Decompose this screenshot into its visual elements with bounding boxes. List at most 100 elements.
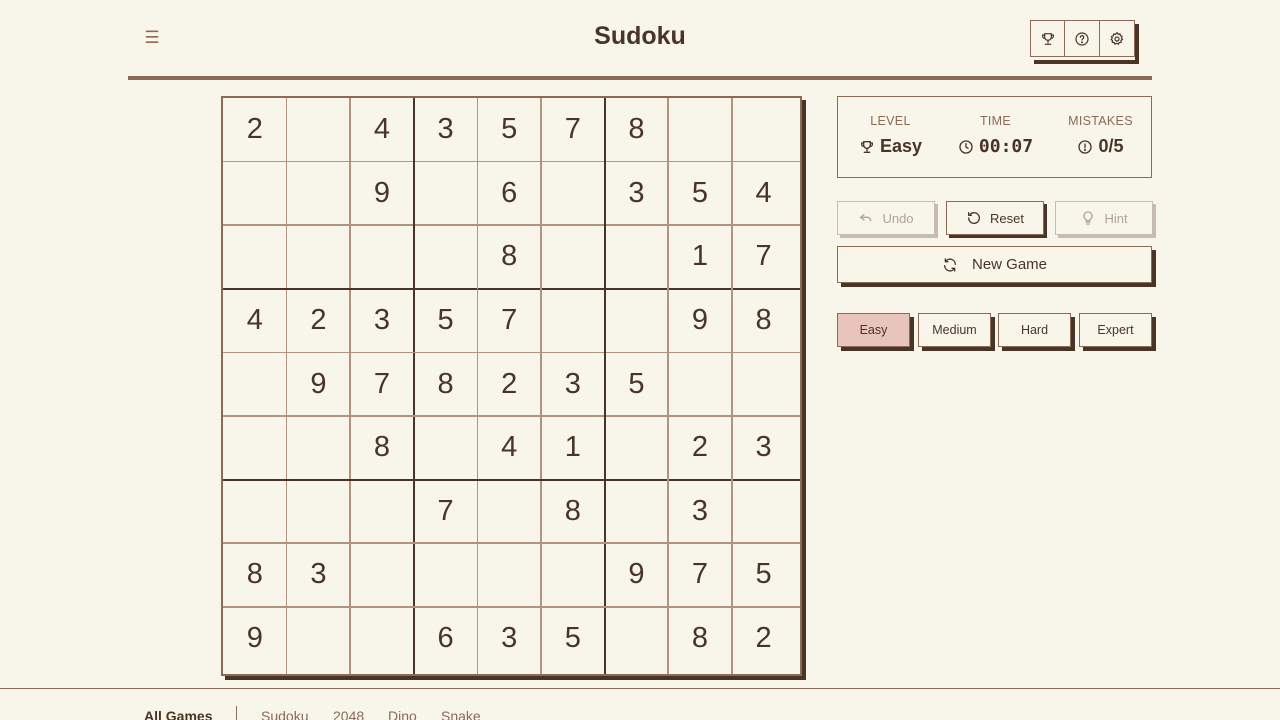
new-game-button[interactable]: New Game — [837, 246, 1152, 283]
sudoku-cell-r2c6[interactable] — [541, 162, 605, 226]
help-button[interactable] — [1065, 20, 1100, 57]
sudoku-cell-r6c1[interactable] — [223, 416, 287, 480]
footer-game-link-snake[interactable]: Snake — [441, 708, 481, 720]
level-value: Easy — [879, 136, 923, 156]
sudoku-cell-r4c4[interactable]: 5 — [414, 289, 478, 353]
sudoku-cell-r6c9[interactable]: 3 — [732, 416, 796, 480]
difficulty-medium-button[interactable]: Medium — [918, 313, 991, 347]
trophy-button[interactable] — [1030, 20, 1065, 57]
sudoku-cell-r8c2[interactable]: 3 — [287, 543, 351, 607]
sudoku-cell-r3c9[interactable]: 7 — [732, 225, 796, 289]
sudoku-cell-r7c4[interactable]: 7 — [414, 480, 478, 544]
sudoku-cell-r1c5[interactable]: 5 — [477, 98, 541, 162]
sudoku-cell-r1c1[interactable]: 2 — [223, 98, 287, 162]
sudoku-cell-r1c3[interactable]: 4 — [350, 98, 414, 162]
sudoku-cell-r9c8[interactable]: 8 — [668, 607, 732, 671]
sudoku-cell-r8c5[interactable] — [477, 543, 541, 607]
sudoku-cell-r2c7[interactable]: 3 — [605, 162, 669, 226]
sudoku-cell-r5c1[interactable] — [223, 352, 287, 416]
sudoku-cell-r6c4[interactable] — [414, 416, 478, 480]
sudoku-cell-r8c6[interactable] — [541, 543, 605, 607]
sudoku-cell-r6c6[interactable]: 1 — [541, 416, 605, 480]
sudoku-cell-r9c9[interactable]: 2 — [732, 607, 796, 671]
sudoku-cell-r2c4[interactable] — [414, 162, 478, 226]
sudoku-cell-r9c7[interactable] — [605, 607, 669, 671]
undo-button[interactable]: Undo — [837, 201, 935, 235]
sudoku-cell-r3c6[interactable] — [541, 225, 605, 289]
sudoku-cell-r9c4[interactable]: 6 — [414, 607, 478, 671]
sudoku-cell-r3c5[interactable]: 8 — [477, 225, 541, 289]
sudoku-cell-r5c6[interactable]: 3 — [541, 352, 605, 416]
footer-game-link-2048[interactable]: 2048 — [333, 708, 364, 720]
sudoku-cell-r7c2[interactable] — [287, 480, 351, 544]
sudoku-cell-r7c7[interactable] — [605, 480, 669, 544]
sudoku-cell-r2c9[interactable]: 4 — [732, 162, 796, 226]
sudoku-cell-r4c3[interactable]: 3 — [350, 289, 414, 353]
sudoku-cell-r2c2[interactable] — [287, 162, 351, 226]
sudoku-cell-r2c5[interactable]: 6 — [477, 162, 541, 226]
sudoku-cell-r7c8[interactable]: 3 — [668, 480, 732, 544]
sudoku-cell-r9c3[interactable] — [350, 607, 414, 671]
footer-game-link-sudoku[interactable]: Sudoku — [261, 708, 308, 720]
sudoku-cell-r4c6[interactable] — [541, 289, 605, 353]
sudoku-cell-r5c2[interactable]: 9 — [287, 352, 351, 416]
sudoku-cell-r4c9[interactable]: 8 — [732, 289, 796, 353]
sudoku-cell-r3c7[interactable] — [605, 225, 669, 289]
sudoku-cell-r3c2[interactable] — [287, 225, 351, 289]
sudoku-cell-r6c8[interactable]: 2 — [668, 416, 732, 480]
footer-game-link-dino[interactable]: Dino — [388, 708, 417, 720]
sudoku-cell-r1c6[interactable]: 7 — [541, 98, 605, 162]
sudoku-cell-r5c4[interactable]: 8 — [414, 352, 478, 416]
sudoku-cell-r7c1[interactable] — [223, 480, 287, 544]
sudoku-cell-r7c6[interactable]: 8 — [541, 480, 605, 544]
sudoku-cell-r6c3[interactable]: 8 — [350, 416, 414, 480]
sudoku-cell-r8c4[interactable] — [414, 543, 478, 607]
sudoku-cell-r6c2[interactable] — [287, 416, 351, 480]
sudoku-cell-r7c3[interactable] — [350, 480, 414, 544]
mistakes-stat: MISTAKES 0/5 — [1048, 97, 1153, 157]
sudoku-cell-r6c5[interactable]: 4 — [477, 416, 541, 480]
sudoku-cell-r5c9[interactable] — [732, 352, 796, 416]
sudoku-cell-r3c3[interactable] — [350, 225, 414, 289]
sudoku-cell-r4c5[interactable]: 7 — [477, 289, 541, 353]
sudoku-cell-r8c3[interactable] — [350, 543, 414, 607]
sudoku-cell-r2c8[interactable]: 5 — [668, 162, 732, 226]
sudoku-cell-r3c1[interactable] — [223, 225, 287, 289]
sudoku-cell-r3c8[interactable]: 1 — [668, 225, 732, 289]
sudoku-cell-r9c2[interactable] — [287, 607, 351, 671]
difficulty-expert-button[interactable]: Expert — [1079, 313, 1152, 347]
sudoku-cell-r1c2[interactable] — [287, 98, 351, 162]
difficulty-easy-button[interactable]: Easy — [837, 313, 910, 347]
reset-button[interactable]: Reset — [946, 201, 1044, 235]
difficulty-hard-button[interactable]: Hard — [998, 313, 1071, 347]
sudoku-cell-r4c1[interactable]: 4 — [223, 289, 287, 353]
sudoku-cell-r9c5[interactable]: 3 — [477, 607, 541, 671]
sudoku-cell-r6c7[interactable] — [605, 416, 669, 480]
hint-button[interactable]: Hint — [1055, 201, 1153, 235]
sudoku-cell-r9c6[interactable]: 5 — [541, 607, 605, 671]
settings-button[interactable] — [1100, 20, 1135, 57]
sudoku-cell-r7c9[interactable] — [732, 480, 796, 544]
sudoku-cell-r3c4[interactable] — [414, 225, 478, 289]
sudoku-cell-r1c7[interactable]: 8 — [605, 98, 669, 162]
sudoku-cell-r8c7[interactable]: 9 — [605, 543, 669, 607]
sudoku-cell-r8c9[interactable]: 5 — [732, 543, 796, 607]
sudoku-cell-r1c8[interactable] — [668, 98, 732, 162]
settings-icon — [1110, 31, 1124, 45]
sudoku-cell-r2c1[interactable] — [223, 162, 287, 226]
sudoku-cell-r9c1[interactable]: 9 — [223, 607, 287, 671]
sudoku-cell-r2c3[interactable]: 9 — [350, 162, 414, 226]
sudoku-cell-r4c2[interactable]: 2 — [287, 289, 351, 353]
footer-all-games-link[interactable]: All Games — [144, 708, 212, 720]
sudoku-cell-r1c4[interactable]: 3 — [414, 98, 478, 162]
sudoku-cell-r5c3[interactable]: 7 — [350, 352, 414, 416]
sudoku-cell-r4c8[interactable]: 9 — [668, 289, 732, 353]
sudoku-cell-r5c8[interactable] — [668, 352, 732, 416]
sudoku-cell-r7c5[interactable] — [477, 480, 541, 544]
sudoku-cell-r1c9[interactable] — [732, 98, 796, 162]
sudoku-cell-r8c1[interactable]: 8 — [223, 543, 287, 607]
sudoku-cell-r4c7[interactable] — [605, 289, 669, 353]
sudoku-cell-r5c5[interactable]: 2 — [477, 352, 541, 416]
sudoku-cell-r5c7[interactable]: 5 — [605, 352, 669, 416]
sudoku-cell-r8c8[interactable]: 7 — [668, 543, 732, 607]
